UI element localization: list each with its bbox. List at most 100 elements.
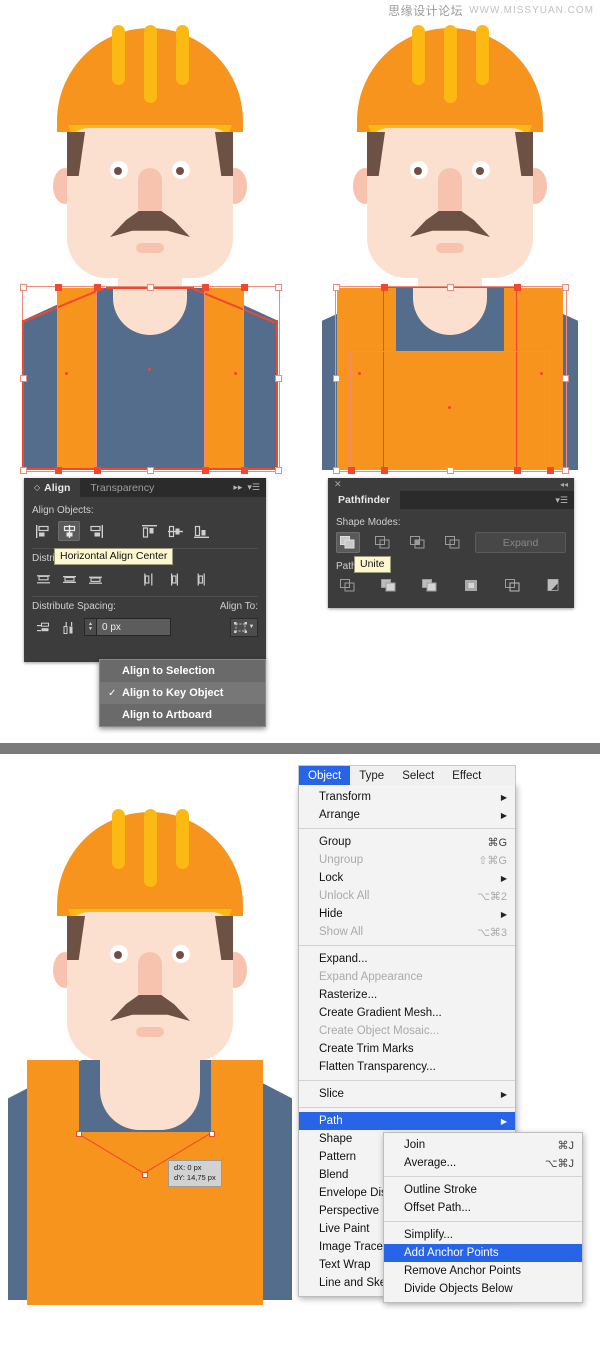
- path-submenu-item-add-anchor-points[interactable]: Add Anchor Points: [384, 1244, 582, 1262]
- menubar-item-select[interactable]: Select: [393, 766, 443, 785]
- horizontal-distribute-space-button[interactable]: [58, 617, 80, 637]
- close-icon[interactable]: ✕: [334, 479, 342, 490]
- anchor-b-l2[interactable]: [348, 467, 355, 474]
- horizontal-distribute-center-button[interactable]: [164, 569, 186, 589]
- expand-button[interactable]: Expand: [475, 532, 566, 553]
- vertical-distribute-space-button[interactable]: [32, 617, 54, 637]
- minus-front-button[interactable]: [371, 532, 395, 553]
- vertical-align-top-button[interactable]: [138, 521, 160, 541]
- object-menu-item-transform[interactable]: Transform▶: [299, 788, 515, 806]
- align-to-dropdown-menu[interactable]: Align to Selection ✓ Align to Key Object…: [99, 659, 266, 727]
- dropdown-item-align-to-selection[interactable]: Align to Selection: [100, 660, 265, 682]
- path-submenu-item-join[interactable]: Join⌘J: [384, 1136, 582, 1154]
- anchor-b-r2[interactable]: [547, 467, 554, 474]
- path-submenu-item-divide-objects-below[interactable]: Divide Objects Below: [384, 1280, 582, 1298]
- vertical-distribute-center-button[interactable]: [58, 569, 80, 589]
- pathfinder-panel[interactable]: ✕ ◂◂ Pathfinder ▾☰ Shape Modes:: [328, 478, 574, 608]
- tab-transparency[interactable]: Transparency: [80, 478, 164, 497]
- outline-button[interactable]: [501, 576, 525, 596]
- minus-back-button[interactable]: [542, 576, 566, 596]
- vertical-distribute-bottom-button[interactable]: [84, 569, 106, 589]
- expand-arrows-icon[interactable]: ▸▸: [233, 482, 242, 493]
- handle-middle-right[interactable]: [275, 375, 282, 382]
- handle-bottom-left[interactable]: [20, 467, 27, 474]
- anchor-top-left-inner[interactable]: [381, 284, 388, 291]
- panel-menu-icon[interactable]: ▾☰: [247, 482, 260, 493]
- handle-top-left[interactable]: [333, 284, 340, 291]
- horizontal-align-center-button[interactable]: [58, 521, 80, 541]
- anchor-right[interactable]: [209, 1131, 215, 1137]
- collapse-icon[interactable]: ◂◂: [560, 480, 568, 489]
- anchor-top-right-inner[interactable]: [241, 284, 248, 291]
- anchor-bottom-left-inner[interactable]: [381, 467, 388, 474]
- object-menu-item-flatten-transparency[interactable]: Flatten Transparency...: [299, 1058, 515, 1076]
- menu-bar[interactable]: ObjectTypeSelectEffect: [298, 765, 516, 785]
- anchor-bottom-right-inner[interactable]: [241, 467, 248, 474]
- selection-bounding-box[interactable]: [22, 286, 280, 472]
- handle-bottom-left[interactable]: [333, 467, 340, 474]
- exclude-button[interactable]: [441, 532, 465, 553]
- dropdown-item-align-to-key-object[interactable]: ✓ Align to Key Object: [100, 682, 265, 704]
- unite-button[interactable]: [336, 532, 360, 553]
- anchor-left[interactable]: [76, 1131, 82, 1137]
- dropdown-item-align-to-artboard[interactable]: Align to Artboard: [100, 704, 265, 726]
- handle-top-right[interactable]: [275, 284, 282, 291]
- path-submenu[interactable]: Join⌘JAverage...⌥⌘J Outline StrokeOffset …: [383, 1132, 583, 1303]
- vertical-align-center-button[interactable]: [164, 521, 186, 541]
- object-menu-item-rasterize[interactable]: Rasterize...: [299, 986, 515, 1004]
- anchor-top-r2[interactable]: [202, 284, 209, 291]
- vertical-align-bottom-button[interactable]: [190, 521, 212, 541]
- vertical-distribute-top-button[interactable]: [32, 569, 54, 589]
- handle-middle-left[interactable]: [333, 375, 340, 382]
- path-submenu-item-remove-anchor-points[interactable]: Remove Anchor Points: [384, 1262, 582, 1280]
- handle-top-center[interactable]: [447, 284, 454, 291]
- object-menu-item-group[interactable]: Group⌘G: [299, 833, 515, 851]
- tab-align[interactable]: ◇ Align: [24, 478, 80, 497]
- merge-button[interactable]: [418, 576, 442, 596]
- horizontal-align-left-button[interactable]: [32, 521, 54, 541]
- panel-menu-icon[interactable]: ▾☰: [555, 495, 568, 506]
- object-menu-item-lock[interactable]: Lock▶: [299, 869, 515, 887]
- handle-bottom-center[interactable]: [147, 467, 154, 474]
- trim-button[interactable]: [377, 576, 401, 596]
- horizontal-align-right-button[interactable]: [84, 521, 106, 541]
- handle-bottom-right[interactable]: [275, 467, 282, 474]
- object-menu-item-create-trim-marks[interactable]: Create Trim Marks: [299, 1040, 515, 1058]
- object-menu-item-expand[interactable]: Expand...: [299, 950, 515, 968]
- anchor-dragged-center[interactable]: [142, 1172, 148, 1178]
- menubar-item-object[interactable]: Object: [299, 766, 350, 785]
- horizontal-distribute-left-button[interactable]: [138, 569, 160, 589]
- menubar-item-effect[interactable]: Effect: [443, 766, 490, 785]
- handle-top-left[interactable]: [20, 284, 27, 291]
- anchor-bottom-right-inner[interactable]: [514, 467, 521, 474]
- object-menu-item-create-gradient-mesh[interactable]: Create Gradient Mesh...: [299, 1004, 515, 1022]
- anchor-top-l2[interactable]: [94, 284, 101, 291]
- anchor-bottom-left-inner[interactable]: [55, 467, 62, 474]
- selection-bounding-box[interactable]: [335, 286, 567, 472]
- object-menu-item-hide[interactable]: Hide▶: [299, 905, 515, 923]
- anchor-bottom-r2[interactable]: [202, 467, 209, 474]
- path-submenu-item-average[interactable]: Average...⌥⌘J: [384, 1154, 582, 1172]
- align-panel[interactable]: ◇ Align Transparency ▸▸ ▾☰ Align Objects…: [24, 478, 266, 662]
- object-menu-item-slice[interactable]: Slice▶: [299, 1085, 515, 1103]
- spacing-stepper[interactable]: ▲ ▼: [85, 619, 97, 635]
- anchor-top-right-inner[interactable]: [514, 284, 521, 291]
- handle-top-right[interactable]: [562, 284, 569, 291]
- object-menu-item-path[interactable]: Path▶: [299, 1112, 515, 1130]
- handle-middle-right[interactable]: [562, 375, 569, 382]
- spacing-input[interactable]: ▲ ▼ 0 px: [84, 618, 171, 636]
- path-submenu-item-offset-path[interactable]: Offset Path...: [384, 1199, 582, 1217]
- tab-pathfinder[interactable]: Pathfinder: [328, 491, 400, 509]
- align-to-dropdown-button[interactable]: ▼: [230, 618, 258, 637]
- divide-button[interactable]: [336, 576, 360, 596]
- crop-button[interactable]: [460, 576, 484, 596]
- anchor-top-left-inner[interactable]: [55, 284, 62, 291]
- menubar-item-type[interactable]: Type: [350, 766, 393, 785]
- path-submenu-item-outline-stroke[interactable]: Outline Stroke: [384, 1181, 582, 1199]
- handle-bottom-center[interactable]: [447, 467, 454, 474]
- horizontal-distribute-right-button[interactable]: [190, 569, 212, 589]
- handle-top-center[interactable]: [147, 284, 154, 291]
- intersect-button[interactable]: [406, 532, 430, 553]
- path-submenu-item-simplify[interactable]: Simplify...: [384, 1226, 582, 1244]
- handle-bottom-right[interactable]: [562, 467, 569, 474]
